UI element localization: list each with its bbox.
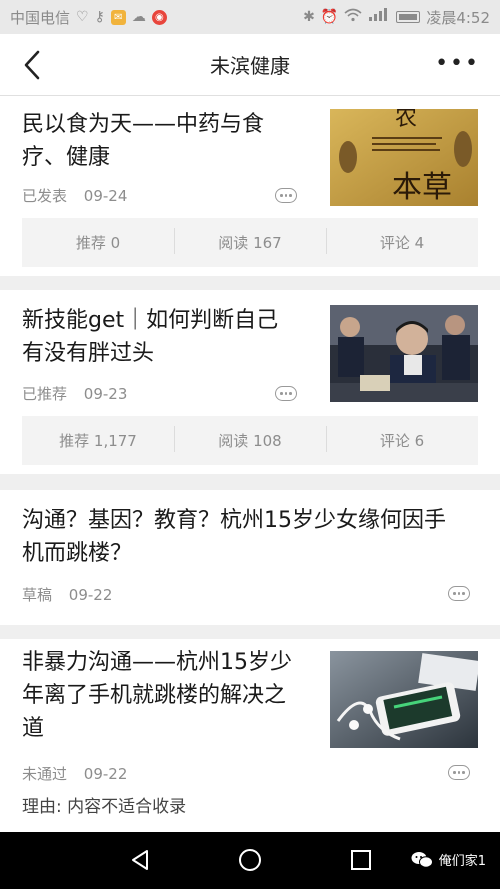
wifi-icon: [344, 8, 362, 26]
clock-time: 凌晨4:52: [426, 8, 490, 27]
article-more-button[interactable]: [448, 586, 470, 601]
nav-recents-button[interactable]: [349, 848, 373, 876]
system-nav-bar: 俺们家1: [0, 832, 500, 889]
watermark-text: 俺们家1: [438, 854, 486, 869]
article-more-button[interactable]: [448, 765, 470, 780]
article-meta: 未通过 09-22: [22, 763, 127, 784]
weibo-icon: ◉: [151, 9, 167, 25]
article-meta: 已发表 09-24: [22, 185, 127, 206]
back-button[interactable]: [18, 48, 48, 82]
article-date: 09-24: [83, 187, 128, 205]
phone-earphones-image: [330, 651, 478, 748]
nav-back-button[interactable]: [128, 848, 152, 876]
bluetooth-icon: ✱: [303, 9, 315, 25]
top-nav-bar: 未滨健康 •••: [0, 34, 500, 96]
recommend-count: 推荐 0: [75, 234, 121, 252]
article-meta: 草稿 09-22: [22, 584, 112, 605]
read-count: 阅读 167: [174, 228, 326, 254]
article-list: 民以食为天——中药与食 疗、健康 本草 农 已发表 09-24 推荐 0 阅读 …: [0, 96, 500, 832]
article-thumbnail[interactable]: 本草 农: [330, 109, 478, 206]
alarm-icon: ⏰: [320, 9, 339, 25]
article-title[interactable]: 新技能get｜如何判断自己 有没有胖过头: [22, 304, 278, 370]
article-title[interactable]: 沟通？基因？教育？杭州15岁少女缘何因手 机而跳楼？: [22, 504, 446, 570]
carrier-label: 中国电信: [10, 8, 71, 27]
article-status: 已推荐: [22, 385, 68, 403]
chevron-left-icon: [24, 50, 40, 80]
recommend-count: 推荐 1,177: [59, 432, 137, 450]
heart-rate-icon: ♡: [76, 9, 89, 25]
watermark: 俺们家1: [411, 850, 486, 869]
key-icon: ⚷: [94, 9, 105, 25]
article-more-button[interactable]: [275, 188, 297, 203]
article-more-button[interactable]: [275, 386, 297, 401]
article-meta: 已推荐 09-23: [22, 383, 127, 404]
article-status: 草稿: [22, 586, 53, 604]
article-thumbnail[interactable]: [330, 305, 478, 402]
triangle-back-icon: [132, 850, 148, 870]
svg-text:本草: 本草: [392, 170, 452, 205]
wechat-icon: ☁: [131, 9, 146, 25]
battery-icon: [396, 11, 421, 23]
svg-text:农: 农: [395, 109, 417, 131]
page-title: 未滨健康: [210, 54, 290, 78]
nav-home-button[interactable]: [238, 848, 262, 876]
students-classroom-image: [330, 305, 478, 402]
article-status: 已发表: [22, 187, 68, 205]
rejection-reason: 理由: 内容不适合收录: [22, 797, 187, 817]
article-stats: 推荐 1,177 阅读 108 评论 6: [22, 416, 478, 465]
square-recents-icon: [351, 850, 371, 870]
article-stats: 推荐 0 阅读 167 评论 4: [22, 218, 478, 267]
article-card-1[interactable]: 民以食为天——中药与食 疗、健康 本草 农 已发表 09-24 推荐 0 阅读 …: [0, 96, 500, 276]
status-bar: 中国电信 ♡ ⚷ ✉ ☁ ◉ ✱ ⏰ 凌晨4:52: [0, 0, 500, 34]
wechat-logo-icon: [411, 851, 433, 868]
article-title[interactable]: 民以食为天——中药与食 疗、健康: [22, 108, 264, 174]
read-count: 阅读 108: [174, 426, 326, 452]
article-date: 09-22: [83, 765, 128, 783]
herbal-book-image: 本草 农: [330, 109, 478, 206]
article-title[interactable]: 非暴力沟通——杭州15岁少 年离了手机就跳楼的解决之 道: [22, 646, 292, 745]
article-card-2[interactable]: 新技能get｜如何判断自己 有没有胖过头 已推荐 09-23 推荐 1,177 …: [0, 290, 500, 474]
article-date: 09-22: [68, 586, 113, 604]
article-status: 未通过: [22, 765, 68, 783]
mail-app-icon: ✉: [110, 9, 126, 25]
article-card-3[interactable]: 沟通？基因？教育？杭州15岁少女缘何因手 机而跳楼？ 草稿 09-22: [0, 490, 500, 625]
comment-count[interactable]: 评论 4: [326, 228, 478, 254]
comment-count[interactable]: 评论 6: [326, 426, 478, 452]
article-date: 09-23: [83, 385, 128, 403]
signal-icon: [368, 8, 390, 26]
more-options-button[interactable]: •••: [435, 53, 480, 75]
circle-home-icon: [239, 849, 261, 871]
article-thumbnail[interactable]: [330, 651, 478, 748]
